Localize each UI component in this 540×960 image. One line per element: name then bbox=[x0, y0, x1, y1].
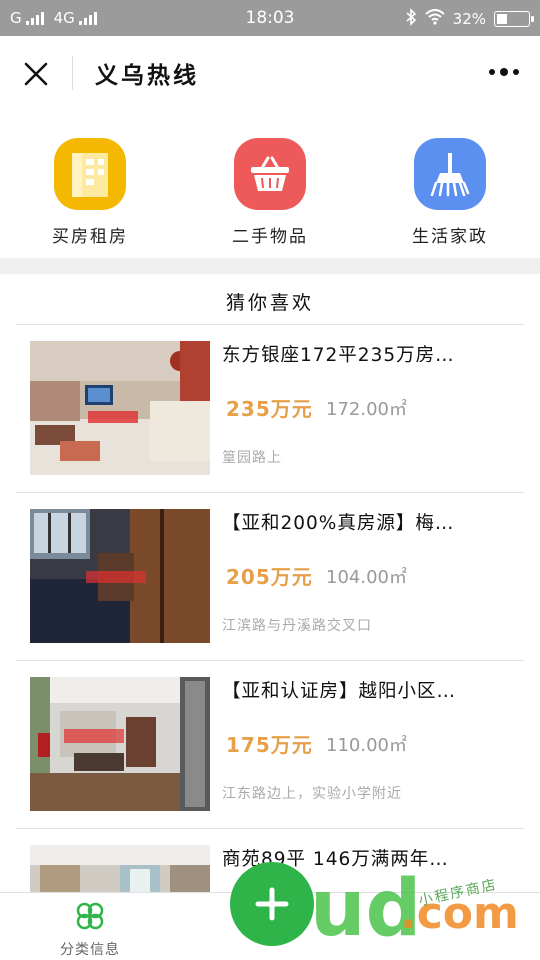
battery-icon bbox=[494, 11, 534, 27]
listing-title: 【亚和200%真房源】梅… bbox=[222, 513, 455, 534]
nav-bar: 义乌热线 bbox=[0, 36, 540, 108]
publish-button[interactable] bbox=[230, 862, 314, 946]
listing-price: 175万元 bbox=[226, 733, 313, 757]
section-separator bbox=[0, 258, 540, 274]
listing-photo bbox=[30, 509, 210, 643]
page-title: 义乌热线 bbox=[95, 63, 199, 89]
tab-category-info[interactable]: 分类信息 bbox=[40, 901, 140, 959]
listing-title: 东方银座172平235万房… bbox=[222, 345, 455, 366]
listing-price: 235万元 bbox=[226, 397, 313, 421]
listing-area: 172.00㎡ bbox=[326, 399, 407, 420]
more-button[interactable] bbox=[486, 60, 522, 84]
listing-item[interactable]: 东方银座172平235万房… 235万元 172.00㎡ 篁园路上 bbox=[16, 325, 524, 493]
listing-title: 【亚和认证房】越阳小区… bbox=[222, 681, 457, 702]
category-label: 二手物品 bbox=[232, 227, 308, 247]
listing-address: 篁园路上 bbox=[222, 450, 282, 466]
listing-price: 205万元 bbox=[226, 565, 313, 589]
category-secondhand[interactable]: 二手物品 bbox=[180, 108, 360, 258]
building-icon bbox=[54, 138, 126, 210]
listing-address: 江滨路与丹溪路交叉口 bbox=[222, 618, 372, 634]
wifi-icon bbox=[424, 9, 445, 29]
close-icon bbox=[24, 62, 48, 86]
plus-icon bbox=[255, 887, 289, 921]
nav-divider bbox=[72, 56, 73, 90]
listing-area: 104.00㎡ bbox=[326, 567, 407, 588]
category-grid: 买房租房 二手物品 生活家政 bbox=[0, 108, 540, 258]
listing-photo bbox=[30, 677, 210, 811]
more-dot bbox=[500, 68, 508, 76]
close-button[interactable] bbox=[18, 56, 54, 92]
more-dot bbox=[513, 69, 519, 75]
basket-icon bbox=[234, 138, 306, 210]
listing-item[interactable]: 【亚和认证房】越阳小区… 175万元 110.00㎡ 江东路边上，实验小学附近 bbox=[16, 661, 524, 829]
more-dot bbox=[489, 69, 495, 75]
broom-icon bbox=[414, 138, 486, 210]
listing-address: 江东路边上，实验小学附近 bbox=[222, 786, 402, 802]
tab-label: 分类信息 bbox=[60, 942, 120, 958]
clover-icon bbox=[76, 902, 104, 930]
category-label: 生活家政 bbox=[412, 227, 488, 247]
listing-photo bbox=[30, 341, 210, 475]
status-bar: G 4G 18:03 32% bbox=[0, 0, 540, 36]
listing-area: 110.00㎡ bbox=[326, 735, 407, 756]
battery-percent: 32% bbox=[452, 10, 486, 28]
category-housekeeping[interactable]: 生活家政 bbox=[360, 108, 540, 258]
status-right: 32% bbox=[405, 8, 534, 30]
bluetooth-icon bbox=[405, 8, 417, 30]
category-buy-rent[interactable]: 买房租房 bbox=[0, 108, 180, 258]
listing-item[interactable]: 【亚和200%真房源】梅… 205万元 104.00㎡ 江滨路与丹溪路交叉口 bbox=[16, 493, 524, 661]
category-label: 买房租房 bbox=[52, 227, 128, 247]
section-title: 猜你喜欢 bbox=[225, 292, 314, 314]
